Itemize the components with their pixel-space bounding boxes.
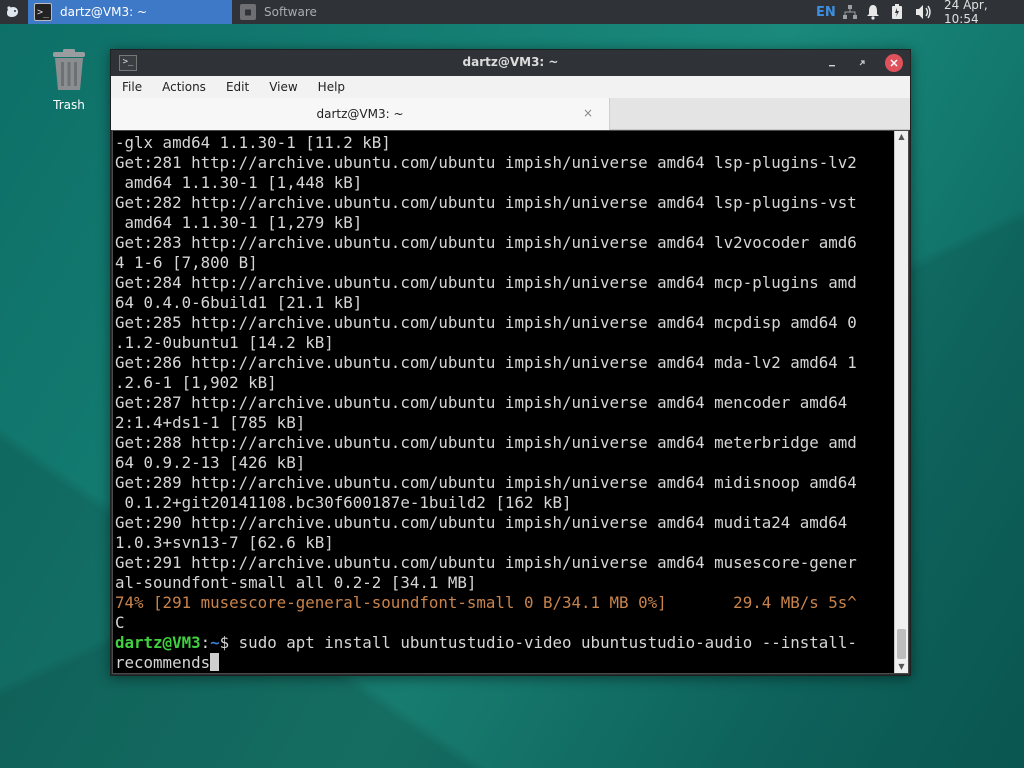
clock[interactable]: 24 Apr, 10:54 — [944, 0, 1024, 26]
close-button[interactable] — [885, 54, 903, 72]
terminal-line: al-soundfont-small all 0.2-2 [34.1 MB] — [115, 573, 477, 592]
battery-icon[interactable] — [891, 0, 903, 24]
keyboard-layout-indicator[interactable]: EN — [816, 0, 836, 24]
trash-icon — [49, 48, 89, 92]
tab-label: dartz@VM3: ~ — [316, 107, 404, 121]
taskbar-item-software[interactable]: ■ Software — [234, 0, 434, 24]
terminal-line: .1.2-0ubuntu1 [14.2 kB] — [115, 333, 334, 352]
terminal-output[interactable]: -glx amd64 1.1.30-1 [11.2 kB] Get:281 htt… — [115, 133, 893, 673]
window-title: dartz@VM3: ~ — [462, 55, 559, 69]
terminal-view[interactable]: -glx amd64 1.1.30-1 [11.2 kB] Get:281 htt… — [112, 130, 909, 674]
whisker-menu-button[interactable] — [0, 0, 24, 24]
terminal-line: .2.6-1 [1,902 kB] — [115, 373, 277, 392]
tab-bar: dartz@VM3: ~ × — [111, 98, 910, 130]
terminal-line: Get:290 http://archive.ubuntu.com/ubuntu… — [115, 513, 848, 532]
close-icon — [890, 59, 898, 67]
taskbar-item-label: dartz@VM3: ~ — [60, 5, 148, 19]
text-cursor — [210, 653, 220, 671]
terminal-line: 1.0.3+svn13-7 [62.6 kB] — [115, 533, 334, 552]
prompt-line: dartz@VM3:~$ sudo apt install ubuntustud… — [115, 633, 893, 653]
taskbar-item-terminal[interactable]: >_ dartz@VM3: ~ — [28, 0, 232, 24]
terminal-line: 4 1-6 [7,800 B] — [115, 253, 258, 272]
prompt-path: ~ — [210, 633, 220, 652]
menu-view[interactable]: View — [259, 80, 307, 94]
prompt-symbol: $ — [219, 633, 230, 652]
volume-icon[interactable] — [915, 0, 933, 24]
terminal-window: >_ dartz@VM3: ~ File Actions Edit View H… — [110, 49, 911, 676]
desktop-icon-trash[interactable]: Trash — [40, 48, 98, 112]
software-bag-icon: ■ — [240, 4, 256, 20]
prompt-line-continued: recommends — [115, 653, 893, 673]
maximize-icon — [859, 60, 865, 66]
terminal-line: Get:289 http://archive.ubuntu.com/ubuntu… — [115, 473, 857, 492]
menu-edit[interactable]: Edit — [216, 80, 259, 94]
terminal-line: 64 0.4.0-6build1 [21.1 kB] — [115, 293, 363, 312]
terminal-line: Get:285 http://archive.ubuntu.com/ubuntu… — [115, 313, 857, 332]
minimize-button[interactable] — [823, 54, 841, 72]
terminal-line: Get:287 http://archive.ubuntu.com/ubuntu… — [115, 393, 848, 412]
terminal-line: 0.1.2+git20141108.bc30f600187e-1build2 [… — [115, 493, 572, 512]
terminal-line: amd64 1.1.30-1 [1,279 kB] — [115, 213, 363, 232]
taskbar-item-label: Software — [264, 5, 317, 19]
terminal-line: Get:282 http://archive.ubuntu.com/ubuntu… — [115, 193, 857, 212]
xfce-mouse-icon — [7, 6, 18, 17]
top-panel: >_ dartz@VM3: ~ ■ Software EN 24 Apr, 10… — [0, 0, 1024, 26]
prompt-user-host: dartz@VM3 — [115, 633, 201, 652]
terminal-line: Get:288 http://archive.ubuntu.com/ubuntu… — [115, 433, 857, 452]
menu-help[interactable]: Help — [308, 80, 355, 94]
terminal-line: amd64 1.1.30-1 [1,448 kB] — [115, 173, 363, 192]
command-text-continued: recommends — [115, 653, 211, 672]
desktop-icon-label: Trash — [53, 98, 85, 112]
terminal-line: Get:291 http://archive.ubuntu.com/ubuntu… — [115, 553, 857, 572]
terminal-line: 2:1.4+ds1-1 [785 kB] — [115, 413, 306, 432]
tab-close-icon[interactable]: × — [583, 106, 593, 120]
terminal-line: C — [115, 613, 125, 632]
menu-file[interactable]: File — [111, 80, 152, 94]
network-icon[interactable] — [842, 0, 858, 24]
terminal-line: Get:284 http://archive.ubuntu.com/ubuntu… — [115, 273, 857, 292]
menu-actions[interactable]: Actions — [152, 80, 216, 94]
prompt-separator: : — [200, 633, 211, 652]
command-text: sudo apt install ubuntustudio-video ubun… — [229, 633, 857, 652]
terminal-line: Get:281 http://archive.ubuntu.com/ubuntu… — [115, 153, 857, 172]
terminal-line: 64 0.9.2-13 [426 kB] — [115, 453, 306, 472]
scroll-up-icon[interactable]: ▲ — [895, 131, 908, 143]
apt-progress-line: 74% [291 musescore-general-soundfont-sma… — [115, 593, 857, 612]
maximize-button[interactable] — [853, 54, 871, 72]
menu-bar: File Actions Edit View Help — [111, 76, 910, 98]
vertical-scrollbar[interactable]: ▲ ▼ — [894, 131, 908, 673]
scrollbar-thumb[interactable] — [897, 629, 906, 659]
terminal-line: -glx amd64 1.1.30-1 [11.2 kB] — [115, 133, 391, 152]
scroll-down-icon[interactable]: ▼ — [895, 661, 908, 673]
window-titlebar[interactable]: >_ dartz@VM3: ~ — [111, 50, 910, 76]
notification-bell-icon[interactable] — [866, 0, 880, 24]
minimize-icon — [829, 65, 835, 67]
terminal-icon: >_ — [34, 3, 52, 21]
terminal-line: Get:283 http://archive.ubuntu.com/ubuntu… — [115, 233, 857, 252]
tab-terminal[interactable]: dartz@VM3: ~ × — [111, 98, 610, 130]
terminal-line: Get:286 http://archive.ubuntu.com/ubuntu… — [115, 353, 857, 372]
